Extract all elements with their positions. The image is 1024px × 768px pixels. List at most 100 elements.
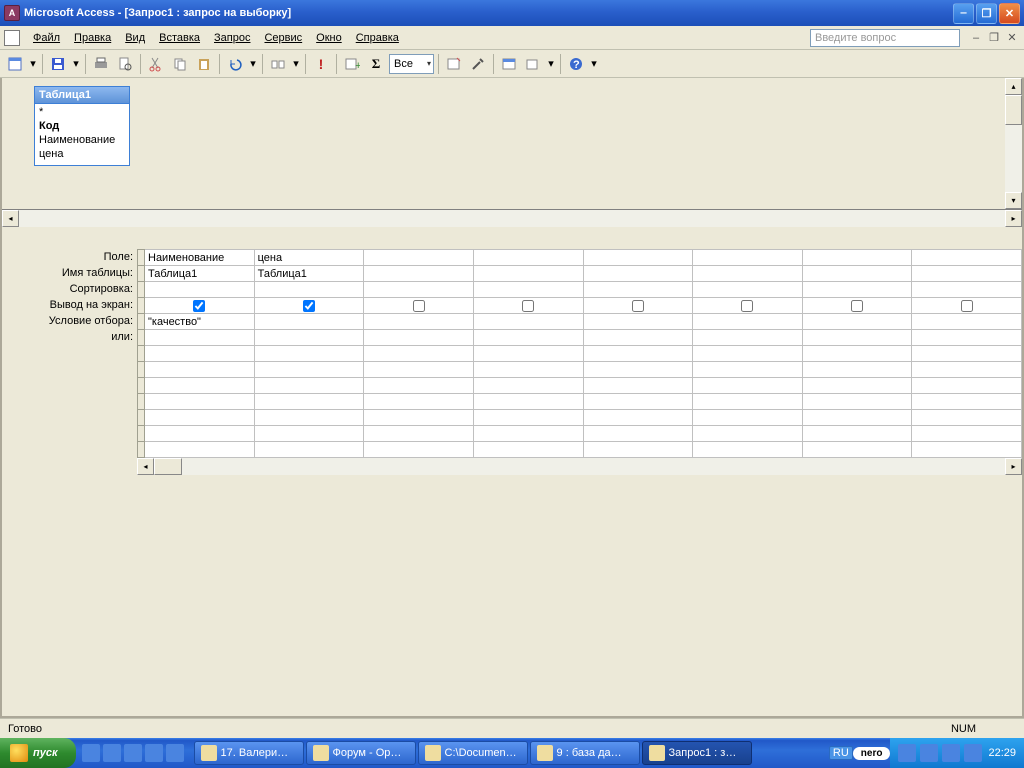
scroll-thumb-v[interactable] bbox=[1005, 95, 1022, 125]
show-checkbox[interactable] bbox=[193, 300, 205, 312]
grid-cell-or-extra[interactable] bbox=[473, 346, 583, 362]
taskbar-task-2[interactable]: C:\Documen… bbox=[418, 741, 528, 765]
show-checkbox[interactable] bbox=[741, 300, 753, 312]
taskbar-task-3[interactable]: 9 : база да… bbox=[530, 741, 640, 765]
grid-cell-sort[interactable] bbox=[912, 282, 1022, 298]
grid-scroll-left-button[interactable]: ◂ bbox=[137, 458, 154, 475]
grid-cell-or-extra[interactable] bbox=[693, 442, 803, 458]
upper-scroll-left-button[interactable]: ◂ bbox=[2, 210, 19, 227]
grid-row-selector[interactable] bbox=[138, 378, 145, 394]
save-button[interactable] bbox=[47, 53, 69, 75]
grid-cell-criteria[interactable] bbox=[693, 314, 803, 330]
grid-cell-criteria[interactable] bbox=[254, 314, 364, 330]
grid-row-selector[interactable] bbox=[138, 330, 145, 346]
grid-row-selector[interactable] bbox=[138, 426, 145, 442]
grid-cell-or-extra[interactable] bbox=[802, 362, 912, 378]
grid-cell-or-extra[interactable] bbox=[254, 394, 364, 410]
mdi-close-button[interactable]: ✕ bbox=[1004, 31, 1020, 45]
show-checkbox[interactable] bbox=[413, 300, 425, 312]
grid-cell-or-extra[interactable] bbox=[145, 362, 255, 378]
print-button[interactable] bbox=[90, 53, 112, 75]
grid-cell-field[interactable] bbox=[364, 250, 474, 266]
grid-row-selector[interactable] bbox=[138, 314, 145, 330]
ql-icon-3[interactable] bbox=[124, 744, 142, 762]
grid-cell-or-extra[interactable] bbox=[693, 426, 803, 442]
tray-icon-1[interactable] bbox=[898, 744, 916, 762]
new-object-button[interactable] bbox=[522, 53, 544, 75]
grid-cell-table[interactable] bbox=[364, 266, 474, 282]
grid-cell-or-extra[interactable] bbox=[912, 394, 1022, 410]
menu-help[interactable]: Справка bbox=[349, 30, 406, 46]
scroll-down-button[interactable]: ▾ bbox=[1005, 192, 1022, 209]
show-table-button[interactable]: + bbox=[341, 53, 363, 75]
grid-row-selector[interactable] bbox=[138, 410, 145, 426]
grid-cell-or-extra[interactable] bbox=[254, 378, 364, 394]
clock[interactable]: 22:29 bbox=[988, 747, 1016, 759]
show-checkbox[interactable] bbox=[961, 300, 973, 312]
minimize-button[interactable]: ‒ bbox=[953, 3, 974, 24]
start-button[interactable]: пуск bbox=[0, 738, 76, 768]
grid-cell-or-extra[interactable] bbox=[912, 442, 1022, 458]
grid-cell-or[interactable] bbox=[583, 330, 693, 346]
upper-scroll-track-h[interactable] bbox=[19, 210, 1005, 227]
grid-cell-or-extra[interactable] bbox=[473, 378, 583, 394]
grid-cell-or-extra[interactable] bbox=[254, 410, 364, 426]
grid-cell-show[interactable] bbox=[145, 298, 255, 314]
grid-cell-criteria[interactable] bbox=[364, 314, 474, 330]
grid-cell-or-extra[interactable] bbox=[693, 410, 803, 426]
taskbar-task-1[interactable]: Форум - Op… bbox=[306, 741, 416, 765]
mdi-minimize-button[interactable]: ‒ bbox=[968, 31, 984, 45]
grid-cell-or-extra[interactable] bbox=[583, 362, 693, 378]
grid-cell-or-extra[interactable] bbox=[802, 394, 912, 410]
menu-view[interactable]: Вид bbox=[118, 30, 152, 46]
grid-row-selector[interactable] bbox=[138, 266, 145, 282]
ql-icon-1[interactable] bbox=[82, 744, 100, 762]
grid-cell-criteria[interactable] bbox=[912, 314, 1022, 330]
query-type-dropdown[interactable]: ▾ bbox=[291, 53, 301, 75]
help-button[interactable]: ? bbox=[565, 53, 587, 75]
show-checkbox[interactable] bbox=[303, 300, 315, 312]
grid-cell-or-extra[interactable] bbox=[802, 442, 912, 458]
ql-icon-5[interactable] bbox=[166, 744, 184, 762]
grid-row-selector[interactable] bbox=[138, 362, 145, 378]
grid-cell-or-extra[interactable] bbox=[693, 394, 803, 410]
grid-row-selector[interactable] bbox=[138, 394, 145, 410]
source-table-title[interactable]: Таблица1 bbox=[35, 87, 129, 104]
grid-cell-or-extra[interactable] bbox=[473, 442, 583, 458]
database-window-button[interactable] bbox=[498, 53, 520, 75]
grid-cell-or-extra[interactable] bbox=[473, 410, 583, 426]
mdi-control-icon[interactable] bbox=[4, 30, 20, 46]
grid-cell-or-extra[interactable] bbox=[583, 426, 693, 442]
paste-button[interactable] bbox=[193, 53, 215, 75]
grid-row-selector[interactable] bbox=[138, 346, 145, 362]
grid-cell-or-extra[interactable] bbox=[145, 346, 255, 362]
grid-cell-sort[interactable] bbox=[473, 282, 583, 298]
grid-cell-table[interactable]: Таблица1 bbox=[254, 266, 364, 282]
ql-icon-4[interactable] bbox=[145, 744, 163, 762]
grid-cell-sort[interactable] bbox=[802, 282, 912, 298]
grid-cell-or-extra[interactable] bbox=[364, 426, 474, 442]
taskbar-task-4[interactable]: Запрос1 : з… bbox=[642, 741, 752, 765]
help-dropdown[interactable]: ▾ bbox=[589, 53, 599, 75]
build-button[interactable] bbox=[467, 53, 489, 75]
grid-cell-or-extra[interactable] bbox=[802, 426, 912, 442]
grid-cell-or-extra[interactable] bbox=[583, 410, 693, 426]
language-indicator[interactable]: RU bbox=[829, 746, 853, 760]
grid-cell-or-extra[interactable] bbox=[254, 426, 364, 442]
menu-file[interactable]: Файл bbox=[26, 30, 67, 46]
menu-tools[interactable]: Сервис bbox=[257, 30, 309, 46]
undo-button[interactable] bbox=[224, 53, 246, 75]
grid-cell-sort[interactable] bbox=[254, 282, 364, 298]
grid-cell-field[interactable]: цена bbox=[254, 250, 364, 266]
design-grid[interactable]: НаименованиеценаТаблица1Таблица1"качеств… bbox=[137, 249, 1022, 458]
grid-cell-or-extra[interactable] bbox=[364, 442, 474, 458]
grid-scroll-track-h[interactable] bbox=[154, 458, 1005, 475]
grid-cell-or-extra[interactable] bbox=[802, 378, 912, 394]
menu-edit[interactable]: Правка bbox=[67, 30, 118, 46]
grid-cell-or[interactable] bbox=[145, 330, 255, 346]
grid-cell-or[interactable] bbox=[693, 330, 803, 346]
grid-cell-or-extra[interactable] bbox=[912, 378, 1022, 394]
query-type-button[interactable] bbox=[267, 53, 289, 75]
top-values-combo[interactable]: Все▾ bbox=[389, 54, 434, 74]
grid-row-selector[interactable] bbox=[138, 250, 145, 266]
